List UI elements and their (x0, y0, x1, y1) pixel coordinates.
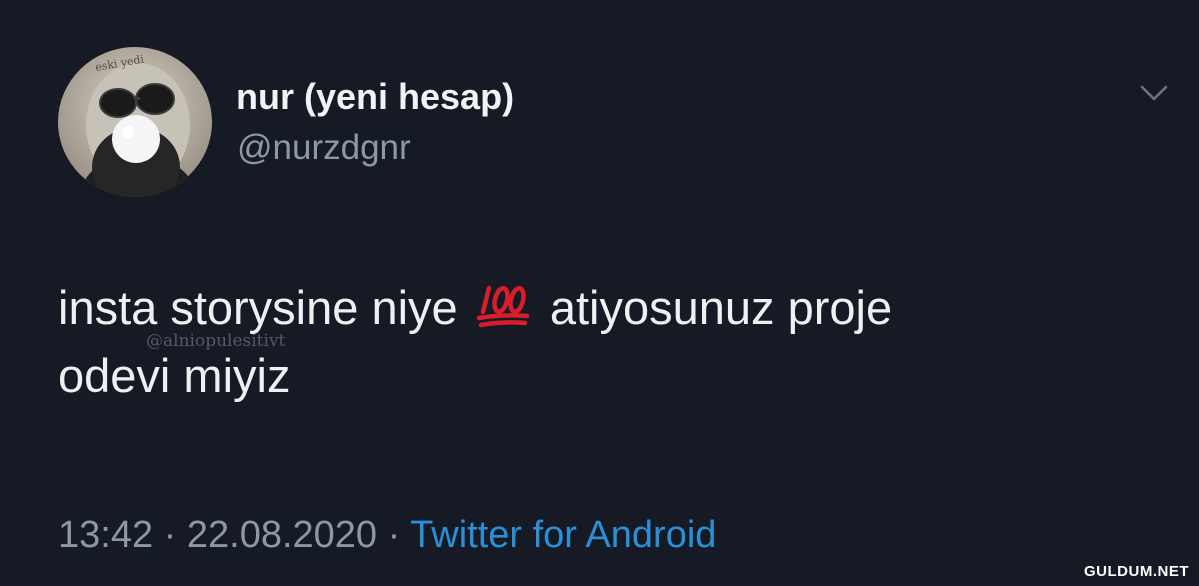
tweet-date[interactable]: 22.08.2020 (187, 514, 377, 556)
tweet-card: eski yedi nur (yeni hesap) @nurzdgnr ins… (0, 0, 1199, 586)
meta-separator: · (163, 514, 177, 556)
profile-avatar[interactable]: eski yedi (58, 47, 212, 197)
display-name[interactable]: nur (yeni hesap) (236, 76, 514, 118)
tweet-line-2: odevi miyiz (58, 349, 291, 402)
user-handle[interactable]: @nurzdgnr (237, 128, 411, 168)
avatar-image: eski yedi (58, 47, 212, 197)
meta-separator: · (387, 514, 401, 556)
tweet-text-part-2: atiyosunuz proje (549, 281, 893, 334)
tweet-meta: 13:42 · 22.08.2020 · Twitter for Android (58, 514, 716, 557)
tweet-text-part-1: insta storysine niye (58, 281, 458, 334)
site-watermark: GULDUM.NET (1084, 563, 1189, 580)
100-emoji-icon (475, 278, 531, 344)
tweet-source-link[interactable]: Twitter for Android (410, 514, 716, 556)
chevron-down-icon[interactable] (1134, 78, 1174, 108)
tweet-time[interactable]: 13:42 (58, 514, 153, 556)
image-watermark: @alniopulesitivt (146, 331, 286, 351)
